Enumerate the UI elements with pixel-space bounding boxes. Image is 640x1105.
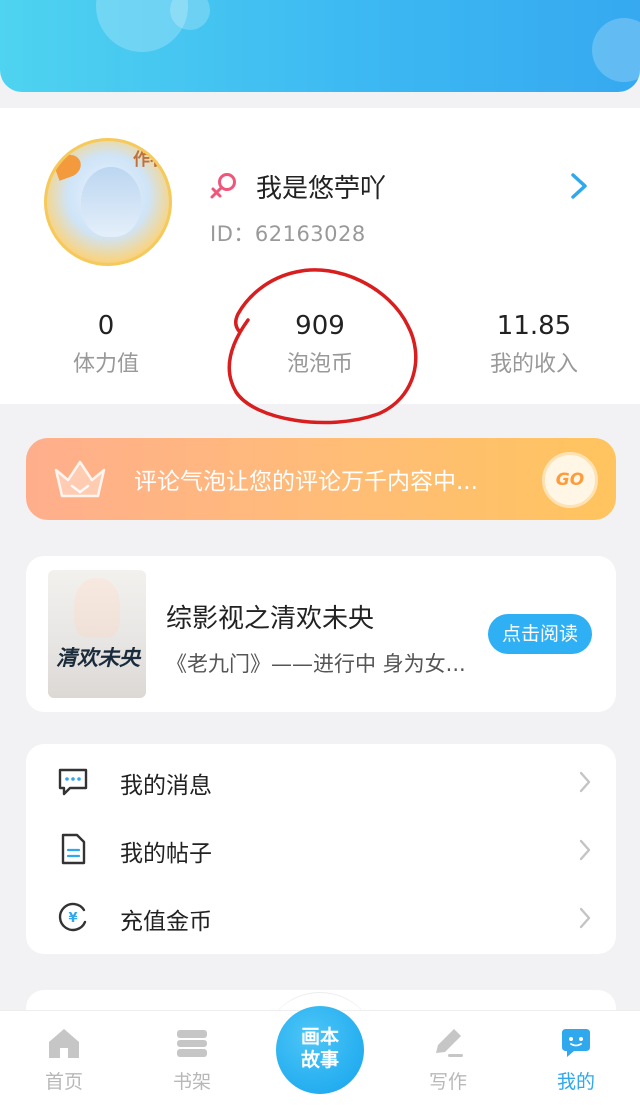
top-banner (0, 0, 640, 92)
stat-stamina[interactable]: 0 体力值 (6, 308, 206, 378)
chevron-right-icon (579, 907, 591, 929)
home-icon (49, 1029, 79, 1058)
svg-text:¥: ¥ (68, 911, 77, 926)
nav-label: 首页 (44, 1071, 83, 1093)
nav-label: 书架 (172, 1071, 211, 1093)
book-title: 综影视之清欢未央 (166, 604, 375, 634)
avatar-image: 作者 (44, 138, 172, 266)
stat-value: 909 (295, 311, 345, 341)
stat-value: 0 (97, 311, 115, 341)
pen-icon (436, 1029, 463, 1057)
chevron-right-icon (579, 771, 591, 793)
menu-item-messages[interactable]: 我的消息 (26, 748, 616, 814)
user-id: ID：62163028 (210, 222, 366, 246)
center-label-line2: 故事 (300, 1049, 339, 1071)
go-button[interactable]: GO (542, 452, 598, 508)
read-button[interactable]: 点击阅读 (488, 614, 592, 654)
profile-card[interactable]: 作者 我是悠苧吖 ID：62163028 0 体力值 909 泡泡币 11.85… (0, 108, 640, 404)
leaf-decoration (52, 151, 84, 181)
cover-character (74, 578, 120, 638)
chevron-right-icon[interactable] (566, 170, 592, 202)
banner-bubble-decoration (592, 18, 640, 82)
document-icon (61, 833, 86, 865)
center-button-label: 画本 故事 (276, 1026, 364, 1072)
stat-income[interactable]: 11.85 我的收入 (434, 308, 634, 378)
stat-bubble-coins[interactable]: 909 泡泡币 (220, 308, 420, 378)
menu-card: 我的消息 我的帖子 ¥ 充值金币 (26, 744, 616, 954)
comment-bubble-promo-banner[interactable]: 评论气泡让您的评论万千内容中... GO (26, 438, 616, 520)
nav-item-mine[interactable]: 我的 (512, 1011, 640, 1105)
avatar[interactable]: 作者 (44, 138, 172, 266)
book-recommendation-card[interactable]: 清欢未央 综影视之清欢未央 《老九门》——进行中 身为女... 点击阅读 (26, 556, 616, 712)
nav-item-write[interactable]: 写作 (384, 1011, 512, 1105)
menu-label: 我的消息 (120, 773, 212, 799)
menu-item-posts[interactable]: 我的帖子 (26, 816, 616, 882)
chevron-right-icon (579, 839, 591, 861)
nav-label: 我的 (556, 1071, 595, 1093)
story-center-button[interactable]: 画本 故事 (276, 1006, 364, 1094)
book-description: 《老九门》——进行中 身为女... (166, 652, 466, 676)
author-badge: 作者 (133, 150, 167, 170)
nav-label: 写作 (428, 1071, 467, 1093)
stat-label: 我的收入 (489, 352, 578, 377)
avatar-character (81, 167, 141, 237)
stat-value: 11.85 (496, 311, 572, 341)
female-gender-icon (210, 173, 236, 199)
yuan-coin-icon: ¥ (58, 902, 87, 932)
message-icon (58, 768, 88, 796)
stats-row: 0 体力值 909 泡泡币 11.85 我的收入 (0, 308, 640, 388)
menu-label: 我的帖子 (120, 841, 212, 867)
center-label-line1: 画本 (300, 1026, 339, 1048)
bookshelf-icon (177, 1030, 207, 1057)
stat-label: 泡泡币 (286, 352, 353, 377)
profile-bubble-icon (562, 1029, 590, 1057)
crown-icon (54, 460, 106, 498)
book-cover[interactable]: 清欢未央 (48, 570, 146, 698)
menu-item-recharge[interactable]: ¥ 充值金币 (26, 884, 616, 950)
nickname: 我是悠苧吖 (256, 174, 387, 204)
stat-label: 体力值 (72, 352, 139, 377)
menu-label: 充值金币 (120, 909, 212, 935)
cover-title-text: 清欢未央 (56, 645, 140, 670)
nav-item-home[interactable]: 首页 (0, 1011, 128, 1105)
nav-item-bookshelf[interactable]: 书架 (128, 1011, 256, 1105)
promo-text: 评论气泡让您的评论万千内容中... (134, 469, 478, 495)
